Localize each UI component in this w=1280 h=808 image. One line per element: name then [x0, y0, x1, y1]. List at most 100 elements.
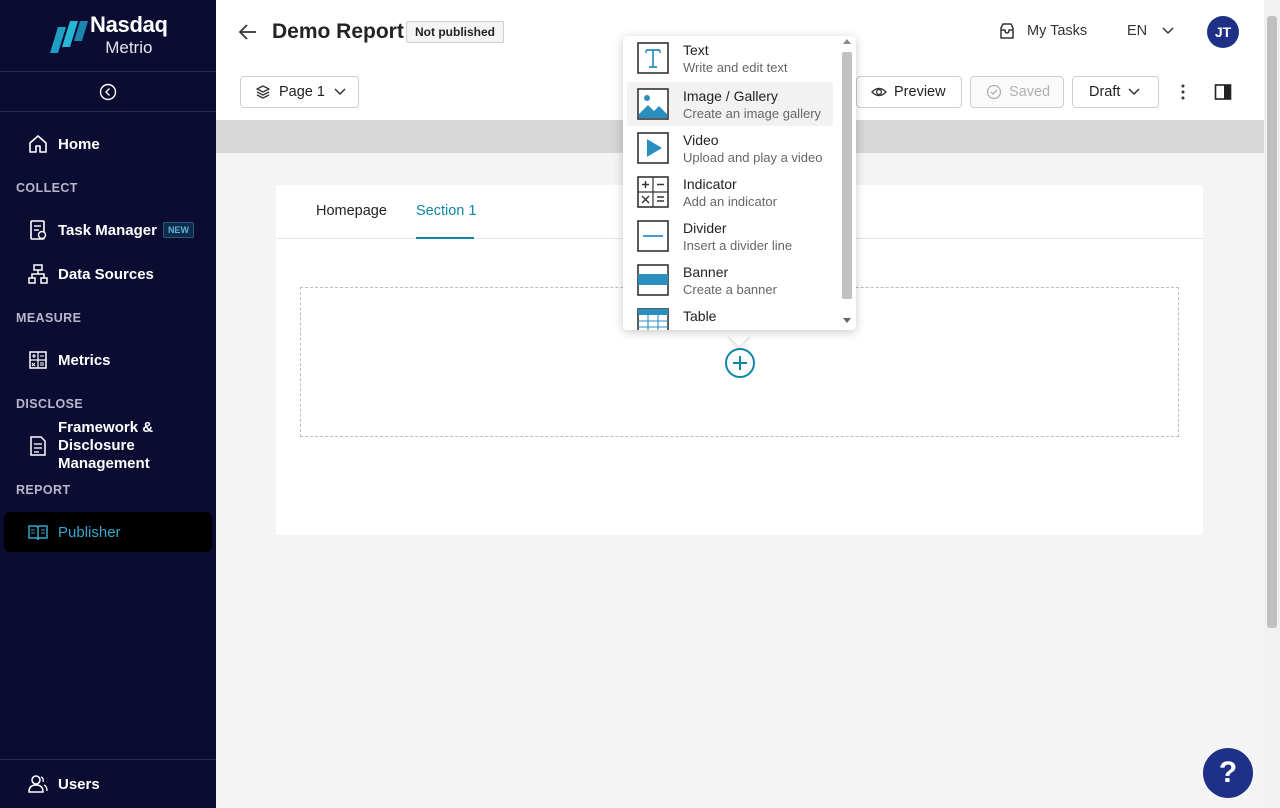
calculator-icon	[27, 349, 49, 371]
users-icon	[27, 773, 49, 795]
nasdaq-logo-icon	[48, 19, 88, 53]
preview-button[interactable]: Preview	[856, 76, 962, 108]
menu-item-divider[interactable]: Divider Insert a divider line	[627, 214, 833, 258]
page-title: Demo Report	[272, 20, 404, 43]
menu-item-desc: Create a banner	[683, 282, 777, 297]
menu-item-text[interactable]: Text Write and edit text	[627, 36, 833, 80]
brand-name: Nasdaq	[90, 11, 168, 37]
tab-homepage[interactable]: Homepage	[316, 203, 387, 219]
check-circle-icon	[986, 84, 1002, 100]
saved-label: Saved	[1009, 84, 1051, 100]
active-tab-indicator	[416, 237, 474, 239]
sidebar: Nasdaq Metrio Home COLLECT Task Manager …	[0, 0, 216, 808]
add-block-menu: Text Write and edit text Image / Gallery C…	[623, 36, 856, 330]
document-icon	[27, 435, 49, 457]
menu-item-banner[interactable]: Banner Create a banner	[627, 258, 833, 302]
menu-item-title: Table	[683, 308, 717, 324]
menu-item-desc: Add an indicator	[683, 194, 777, 209]
menu-item-desc: Write and edit text	[683, 60, 788, 75]
page-select-label: Page 1	[279, 84, 325, 100]
sidebar-item-label: Publisher	[58, 523, 121, 541]
video-icon	[637, 132, 669, 164]
page-select[interactable]: Page 1	[240, 76, 359, 108]
image-icon	[637, 88, 669, 120]
sidebar-item-label: Disclosure	[58, 437, 135, 454]
chevron-down-icon	[1162, 27, 1174, 35]
menu-item-title: Video	[683, 132, 719, 148]
add-block-button[interactable]	[724, 347, 756, 379]
menu-scroll-down-arrow[interactable]	[843, 318, 851, 323]
more-options-button[interactable]	[1175, 82, 1191, 102]
brand-logo[interactable]: Nasdaq Metrio	[0, 0, 216, 72]
chevron-left-circle-icon	[99, 83, 117, 100]
section-label-report: REPORT	[16, 483, 71, 497]
chevron-down-icon	[334, 88, 346, 96]
language-select[interactable]: EN	[1127, 23, 1175, 39]
menu-item-desc: Upload and play a video	[683, 150, 823, 165]
sidebar-item-label: Framework &	[58, 419, 154, 436]
side-panel-icon	[1214, 84, 1232, 100]
section-label-disclose: DISCLOSE	[16, 397, 84, 411]
chevron-down-icon	[1128, 88, 1140, 96]
sidebar-item-home[interactable]: Home	[0, 132, 216, 156]
menu-item-title: Image / Gallery	[683, 88, 778, 104]
collapse-sidebar-button[interactable]	[0, 72, 216, 112]
toggle-panel-button[interactable]	[1214, 83, 1232, 101]
my-tasks-button[interactable]: My Tasks	[998, 22, 1087, 40]
sidebar-item-label: Metrics	[58, 351, 111, 369]
menu-item-desc: Insert a divider line	[683, 238, 793, 253]
menu-item-indicator[interactable]: Indicator Add an indicator	[627, 170, 833, 214]
sidebar-item-users[interactable]: Users	[0, 772, 216, 796]
sidebar-item-label: Home	[58, 135, 100, 153]
menu-scroll-up-arrow[interactable]	[843, 39, 851, 44]
sidebar-item-framework[interactable]: Framework & Disclosure Management	[0, 419, 216, 473]
menu-item-title: Divider	[683, 220, 727, 236]
menu-item-title: Text	[683, 42, 709, 58]
menu-item-title: Indicator	[683, 176, 737, 192]
inbox-icon	[1000, 23, 1014, 39]
menu-item-desc: Create an image gallery	[683, 106, 822, 121]
sidebar-item-label: Management	[58, 455, 150, 472]
hierarchy-icon	[27, 263, 49, 285]
section-label-measure: MEASURE	[16, 311, 82, 325]
my-tasks-label: My Tasks	[1027, 23, 1088, 39]
menu-item-title: Banner	[683, 264, 729, 280]
menu-scrollbar-thumb[interactable]	[842, 52, 852, 299]
tab-section-1[interactable]: Section 1	[416, 203, 476, 219]
sidebar-item-data-sources[interactable]: Data Sources	[0, 262, 216, 286]
draft-label: Draft	[1089, 84, 1121, 100]
preview-label: Preview	[894, 84, 946, 100]
draft-select[interactable]: Draft	[1072, 76, 1159, 108]
task-list-icon	[27, 219, 49, 241]
indicator-icon	[637, 176, 669, 208]
sidebar-item-label: Users	[58, 775, 100, 793]
banner-icon	[637, 264, 669, 296]
back-button[interactable]	[237, 21, 259, 43]
divider-icon	[637, 220, 669, 252]
section-label-collect: COLLECT	[16, 181, 78, 195]
page-scrollbar-thumb[interactable]	[1267, 16, 1277, 628]
arrow-left-icon	[238, 24, 256, 40]
language-label: EN	[1127, 23, 1148, 39]
saved-button[interactable]: Saved	[970, 76, 1064, 108]
status-badge: Not published	[406, 21, 504, 43]
new-badge: NEW	[162, 222, 194, 238]
sidebar-item-label: Task Manager	[58, 221, 157, 239]
sidebar-item-metrics[interactable]: Metrics	[0, 348, 216, 372]
brand-product: Metrio	[105, 37, 153, 57]
layers-icon	[256, 85, 270, 99]
eye-icon	[871, 87, 887, 97]
plus-circle-icon	[725, 348, 755, 378]
book-icon	[27, 521, 49, 543]
home-icon	[27, 133, 49, 155]
avatar[interactable]: JT	[1207, 16, 1239, 48]
table-icon	[637, 308, 669, 330]
text-icon	[637, 42, 669, 74]
sidebar-item-task-manager[interactable]: Task Manager NEW	[0, 218, 216, 242]
menu-item-video[interactable]: Video Upload and play a video	[627, 126, 833, 170]
menu-item-image-gallery[interactable]: Image / Gallery Create an image gallery	[627, 82, 833, 126]
help-button[interactable]: ?	[1203, 748, 1253, 798]
sidebar-item-label: Data Sources	[58, 265, 154, 283]
menu-item-table[interactable]: Table	[627, 302, 833, 330]
sidebar-item-publisher[interactable]: Publisher	[0, 520, 216, 544]
